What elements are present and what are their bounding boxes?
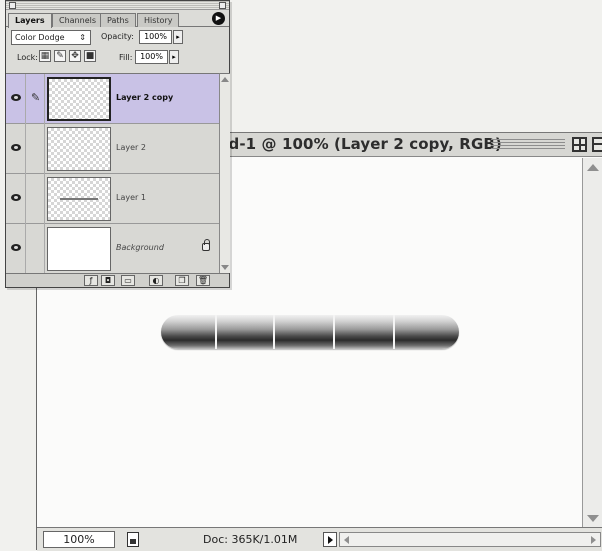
tab-paths[interactable]: Paths: [100, 13, 136, 27]
layer-name: Layer 2 copy: [116, 93, 174, 102]
vertical-scrollbar[interactable]: [582, 158, 602, 528]
pipe-segment-divider: [393, 315, 395, 349]
palette-footer: ƒ ◘ ▭ ◐ ❐ 🗑: [6, 273, 229, 287]
eye-icon: [11, 144, 21, 151]
scroll-down-arrow-icon[interactable]: [221, 265, 229, 270]
scroll-left-arrow-icon[interactable]: [344, 536, 349, 544]
layer-name: Background: [116, 243, 164, 252]
layer-list-scrollbar[interactable]: [219, 73, 230, 273]
opacity-label: Opacity:: [101, 32, 134, 41]
lock-icon: [202, 239, 210, 251]
add-mask-icon[interactable]: ◘: [101, 275, 115, 286]
lock-move-icon[interactable]: ✥: [69, 50, 81, 62]
pipe-segment-divider: [215, 315, 217, 349]
lock-all-icon[interactable]: ■: [84, 50, 96, 62]
eye-icon: [11, 244, 21, 251]
palette-tabs: Layers Channels Paths History ▶: [6, 11, 229, 28]
pipe-segment-divider: [333, 315, 335, 349]
layer-row[interactable]: Layer 1: [6, 174, 219, 224]
link-toggle[interactable]: ✎: [27, 74, 45, 124]
collapse-box-icon[interactable]: [592, 137, 602, 152]
opacity-popup-arrow-icon[interactable]: ▸: [173, 30, 183, 44]
palette-menu-icon[interactable]: ▶: [212, 12, 225, 25]
eye-icon: [11, 194, 21, 201]
visibility-toggle[interactable]: [6, 224, 26, 274]
tab-history[interactable]: History: [137, 13, 180, 27]
scroll-up-arrow-icon[interactable]: [587, 164, 599, 171]
layer-name: Layer 1: [116, 193, 146, 202]
layer-thumbnail: [47, 77, 111, 121]
blend-mode-select[interactable]: Color Dodge ⇕: [11, 30, 91, 45]
layer-thumbnail: [47, 177, 111, 221]
visibility-toggle[interactable]: [6, 74, 26, 124]
palette-close-icon[interactable]: [9, 2, 16, 9]
status-bar: 100% Doc: 365K/1.01M: [37, 527, 602, 551]
layer-name: Layer 2: [116, 143, 146, 152]
new-adjustment-layer-icon[interactable]: ◐: [149, 275, 163, 286]
palette-drag-bar[interactable]: [6, 1, 229, 10]
layer-thumbnail: [47, 127, 111, 171]
status-popup-arrow-icon[interactable]: [323, 532, 337, 547]
link-toggle[interactable]: [27, 224, 45, 274]
layer-row[interactable]: Layer 2: [6, 124, 219, 174]
lock-brush-icon[interactable]: ✎: [54, 50, 66, 62]
tab-channels[interactable]: Channels: [52, 13, 104, 27]
fill-label: Fill:: [119, 53, 133, 62]
pipe-segment-divider: [273, 315, 275, 349]
visibility-toggle[interactable]: [6, 174, 26, 224]
chrome-pipe-artwork: [161, 315, 459, 349]
palette-collapse-icon[interactable]: [219, 2, 226, 9]
visibility-toggle[interactable]: [6, 124, 26, 174]
new-layer-icon[interactable]: ❐: [175, 275, 189, 286]
layer-row[interactable]: ✎ Layer 2 copy: [6, 74, 219, 124]
chevron-updown-icon: ⇕: [79, 33, 86, 42]
layer-thumbnail: [47, 227, 111, 271]
link-toggle[interactable]: [27, 174, 45, 224]
fill-field[interactable]: 100%: [135, 50, 168, 64]
thumbnail-line-artwork: [60, 198, 98, 200]
layer-row[interactable]: Background: [6, 224, 219, 274]
tab-layers[interactable]: Layers: [8, 13, 52, 28]
fill-popup-arrow-icon[interactable]: ▸: [169, 50, 179, 64]
eye-icon: [11, 94, 21, 101]
add-layer-style-icon[interactable]: ƒ: [84, 275, 98, 286]
zoom-box-icon[interactable]: [572, 137, 587, 152]
document-size-info: Doc: 365K/1.01M: [203, 533, 298, 546]
link-toggle[interactable]: [27, 124, 45, 174]
brush-icon: ✎: [31, 91, 41, 104]
document-title: led-1 @ 100% (Layer 2 copy, RGB): [213, 135, 502, 153]
scroll-down-arrow-icon[interactable]: [587, 515, 599, 522]
lock-label: Lock:: [17, 53, 38, 62]
opacity-field[interactable]: 100%: [139, 30, 172, 44]
blend-mode-value: Color Dodge: [15, 33, 65, 42]
document-info-icon[interactable]: [127, 532, 139, 547]
lock-transparency-icon[interactable]: ▦: [39, 50, 51, 62]
scroll-up-arrow-icon[interactable]: [221, 77, 229, 82]
layers-palette: Layers Channels Paths History ▶ Color Do…: [5, 0, 230, 288]
trash-icon[interactable]: 🗑: [196, 275, 210, 286]
new-set-icon[interactable]: ▭: [121, 275, 135, 286]
titlebar-drag-area[interactable]: [491, 139, 565, 150]
horizontal-scrollbar[interactable]: [339, 532, 601, 547]
scroll-right-arrow-icon[interactable]: [591, 536, 596, 544]
layer-list: ✎ Layer 2 copy Layer 2 Layer 1 Backgroun…: [6, 73, 219, 274]
zoom-level-field[interactable]: 100%: [43, 531, 115, 548]
